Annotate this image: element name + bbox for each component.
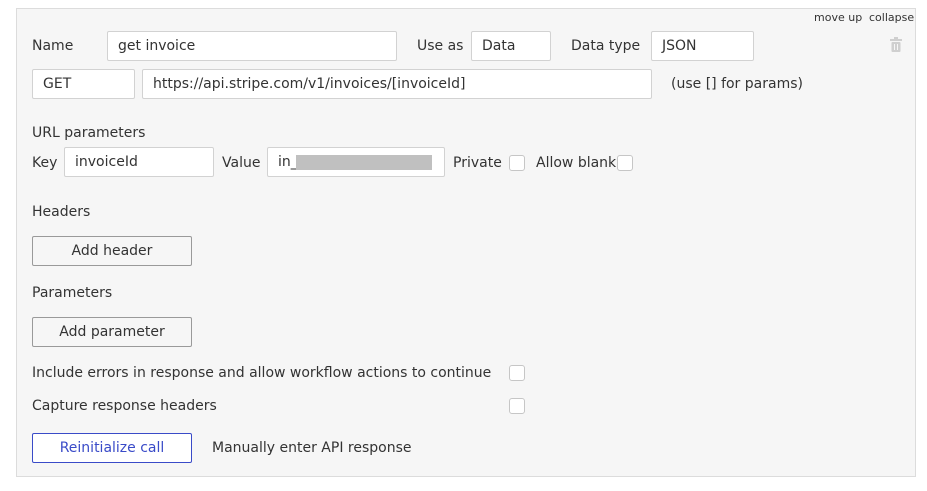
- name-label: Name: [32, 38, 74, 54]
- private-label: Private: [453, 155, 502, 171]
- manual-entry-link[interactable]: Manually enter API response: [212, 440, 411, 456]
- capture-headers-checkbox[interactable]: [509, 398, 525, 414]
- param-key-label: Key: [32, 155, 58, 171]
- use-as-select[interactable]: Data: [471, 31, 551, 61]
- param-value-label: Value: [222, 155, 261, 171]
- include-errors-label: Include errors in response and allow wor…: [32, 365, 492, 381]
- capture-headers-label: Capture response headers: [32, 398, 217, 414]
- headers-heading: Headers: [32, 204, 91, 220]
- data-type-select[interactable]: JSON: [651, 31, 754, 61]
- move-up-link[interactable]: move up: [814, 11, 862, 24]
- method-select[interactable]: GET: [32, 69, 135, 99]
- data-type-label: Data type: [571, 38, 641, 54]
- param-value-input[interactable]: in_: [267, 147, 445, 177]
- collapse-link[interactable]: collapse: [869, 11, 914, 24]
- param-key-input[interactable]: invoiceId: [64, 147, 214, 177]
- param-value-text: in_: [278, 154, 298, 170]
- private-checkbox[interactable]: [509, 155, 525, 171]
- add-header-button[interactable]: Add header: [32, 236, 192, 266]
- parameters-heading: Parameters: [32, 285, 113, 301]
- add-parameter-button[interactable]: Add parameter: [32, 317, 192, 347]
- url-hint: (use [] for params): [671, 76, 803, 92]
- allow-blank-label: Allow blank: [536, 155, 617, 171]
- url-input[interactable]: https://api.stripe.com/v1/invoices/[invo…: [142, 69, 652, 99]
- use-as-label: Use as: [417, 38, 464, 54]
- allow-blank-checkbox[interactable]: [617, 155, 633, 171]
- url-parameters-heading: URL parameters: [32, 125, 146, 141]
- reinitialize-call-button[interactable]: Reinitialize call: [32, 433, 192, 463]
- name-input[interactable]: get invoice: [107, 31, 397, 61]
- trash-icon[interactable]: [889, 37, 903, 53]
- redacted-value: [296, 155, 432, 170]
- include-errors-checkbox[interactable]: [509, 365, 525, 381]
